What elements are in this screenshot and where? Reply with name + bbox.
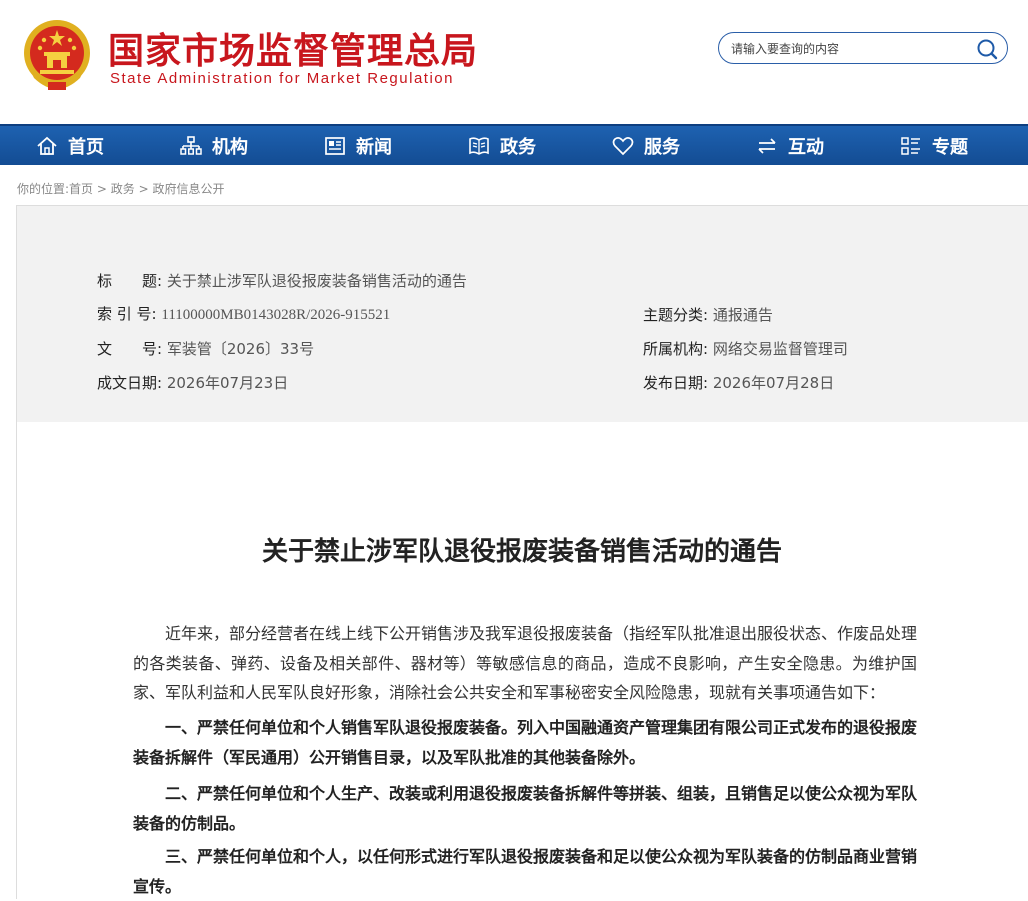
breadcrumb-separator: > bbox=[93, 182, 111, 196]
nav-label: 服务 bbox=[644, 136, 680, 158]
breadcrumb-separator: > bbox=[134, 182, 153, 196]
meta-index-value: 11100000MB0143028R/2026-915521 bbox=[161, 307, 391, 323]
meta-published-label: 发布日期: bbox=[643, 374, 709, 392]
grid-list-icon bbox=[901, 136, 920, 155]
meta-written-value: 2026年07月23日 bbox=[166, 374, 289, 392]
meta-org-label: 所属机构: bbox=[643, 340, 709, 358]
nav-item-news[interactable]: 新闻 bbox=[324, 126, 392, 165]
national-emblem-icon[interactable] bbox=[22, 18, 92, 92]
meta-written-date: 成文日期: 2026年07月23日 bbox=[97, 372, 288, 393]
meta-category: 主题分类: 通报通告 bbox=[643, 304, 773, 325]
search-input[interactable] bbox=[729, 38, 973, 60]
meta-category-label: 主题分类: bbox=[643, 306, 709, 324]
meta-category-value: 通报通告 bbox=[712, 306, 773, 324]
nav-item-topics[interactable]: 专题 bbox=[900, 126, 968, 165]
meta-index-label: 索 引 号: bbox=[97, 305, 157, 323]
meta-title: 标 题: 关于禁止涉军队退役报废装备销售活动的通告 bbox=[97, 270, 467, 291]
article-paragraph-item-1: 一、严禁任何单位和个人销售军队退役报废装备。列入中国融通资产管理集团有限公司正式… bbox=[133, 718, 918, 767]
meta-published-value: 2026年07月28日 bbox=[712, 374, 835, 392]
meta-title-value: 关于禁止涉军队退役报废装备销售活动的通告 bbox=[166, 272, 467, 290]
nav-item-service[interactable]: 服务 bbox=[612, 126, 680, 165]
nav-item-org[interactable]: 机构 bbox=[180, 126, 248, 165]
breadcrumb: 你的位置:首页 > 政务 > 政府信息公开 bbox=[17, 180, 224, 197]
meta-published-date: 发布日期: 2026年07月28日 bbox=[643, 372, 834, 393]
meta-index: 索 引 号: 11100000MB0143028R/2026-915521 bbox=[97, 303, 390, 324]
org-chart-icon bbox=[180, 135, 202, 155]
site-title-en: State Administration for Market Regulati… bbox=[110, 70, 454, 87]
meta-org: 所属机构: 网络交易监督管理司 bbox=[643, 338, 848, 359]
meta-org-value: 网络交易监督管理司 bbox=[712, 340, 848, 358]
nav-label: 新闻 bbox=[356, 136, 392, 158]
meta-docno-label: 文 号: bbox=[97, 340, 163, 358]
breadcrumb-link-info-disclosure[interactable]: 政府信息公开 bbox=[152, 182, 224, 196]
nav-item-home[interactable]: 首页 bbox=[36, 126, 104, 165]
nav-label: 专题 bbox=[932, 136, 968, 158]
article-title: 关于禁止涉军队退役报废装备销售活动的通告 bbox=[261, 537, 782, 567]
main-nav: 首页 机构 新闻 政务 服务 互动 专题 bbox=[0, 124, 1028, 165]
news-icon bbox=[325, 136, 345, 155]
exchange-arrows-icon bbox=[758, 137, 776, 154]
nav-label: 政务 bbox=[500, 136, 536, 158]
nav-label: 互动 bbox=[788, 136, 824, 158]
breadcrumb-link-government[interactable]: 政务 bbox=[111, 182, 135, 196]
article-paragraph-item-3: 三、严禁任何单位和个人，以任何形式进行军队退役报废装备和足以使公众视为军队装备的… bbox=[133, 847, 918, 896]
meta-written-label: 成文日期: bbox=[97, 374, 163, 392]
heart-icon bbox=[612, 136, 634, 155]
meta-title-label: 标 题: bbox=[97, 272, 163, 290]
breadcrumb-link-home[interactable]: 首页 bbox=[69, 182, 93, 196]
site-header: 国家市场监督管理总局 State Administration for Mark… bbox=[0, 0, 1028, 124]
breadcrumb-prefix: 你的位置: bbox=[17, 182, 70, 196]
article-paragraph-intro: 近年来，部分经营者在线上线下公开销售涉及我军退役报废装备（指经军队批准退出服役状… bbox=[133, 624, 918, 702]
meta-docno-value: 军装管〔2026〕33号 bbox=[166, 340, 315, 358]
home-icon bbox=[37, 136, 57, 155]
meta-docno: 文 号: 军装管〔2026〕33号 bbox=[97, 338, 314, 359]
nav-label: 机构 bbox=[212, 136, 248, 158]
nav-item-interaction[interactable]: 互动 bbox=[756, 126, 824, 165]
article-paragraph-item-2: 二、严禁任何单位和个人生产、改装或利用退役报废装备拆解件等拼装、组装，且销售足以… bbox=[133, 784, 918, 833]
document-metadata-panel: 标 题: 关于禁止涉军队退役报废装备销售活动的通告 索 引 号: 1110000… bbox=[16, 205, 1028, 422]
nav-item-government[interactable]: 政务 bbox=[468, 126, 536, 165]
open-book-icon bbox=[469, 136, 489, 155]
nav-label: 首页 bbox=[68, 136, 104, 158]
search-box bbox=[718, 32, 1008, 64]
search-icon[interactable] bbox=[975, 37, 999, 61]
site-title-cn[interactable]: 国家市场监督管理总局 bbox=[108, 22, 478, 74]
